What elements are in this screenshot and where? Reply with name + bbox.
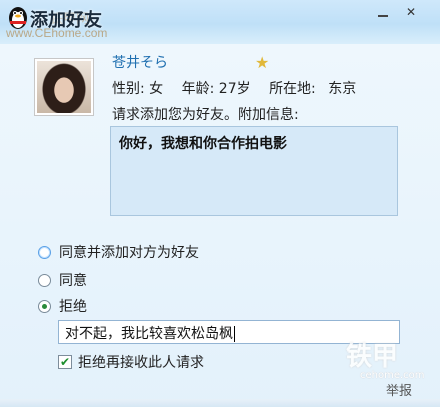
- nickname-link[interactable]: 苍井そら: [112, 52, 168, 72]
- title-bar: 铁甲网 添加好友 www.CEhome.com: [0, 0, 440, 45]
- option-accept-label: 同意: [59, 273, 87, 289]
- report-link[interactable]: 举报: [386, 380, 412, 399]
- avatar-photo: [37, 61, 91, 113]
- location-value: 东京: [328, 81, 357, 97]
- radio-accept[interactable]: [38, 273, 51, 287]
- profile-info: 性别: 女 年龄: 27岁 所在地: 东京: [112, 78, 370, 98]
- block-requests-option[interactable]: ✔ 拒绝再接收此人请求: [58, 352, 204, 372]
- star-icon[interactable]: ★: [255, 55, 269, 71]
- location-label: 所在地:: [269, 81, 316, 97]
- watermark-site: www.CEhome.com: [6, 26, 108, 40]
- gender-text: 性别: 女: [112, 81, 164, 97]
- watermark-logo: 铁甲: [346, 342, 399, 372]
- block-requests-label: 拒绝再接收此人请求: [78, 355, 204, 371]
- block-requests-checkbox[interactable]: ✔: [58, 355, 72, 369]
- radio-reject[interactable]: [38, 299, 51, 313]
- radio-accept-and-add[interactable]: [38, 245, 51, 259]
- option-reject-label: 拒绝: [59, 299, 87, 315]
- option-accept-and-add-label: 同意并添加对方为好友: [59, 245, 199, 261]
- bottom-bar: [0, 399, 440, 407]
- minimize-button[interactable]: [370, 4, 396, 22]
- request-message: 你好，我想和你合作拍电影: [119, 136, 287, 152]
- age-text: 年龄: 27岁: [181, 81, 251, 97]
- option-reject[interactable]: 拒绝: [38, 296, 87, 316]
- request-label: 请求添加您为好友。附加信息:: [112, 107, 299, 123]
- close-button[interactable]: [398, 4, 424, 22]
- option-accept-and-add[interactable]: 同意并添加对方为好友: [38, 242, 199, 262]
- option-accept[interactable]: 同意: [38, 270, 87, 290]
- dialog-body: 苍井そら ★ 性别: 女 年龄: 27岁 所在地: 东京 请求添加您为好友。附加…: [0, 44, 440, 407]
- reject-reason-text: 对不起，我比较喜欢松岛枫: [65, 326, 233, 342]
- request-message-box: 你好，我想和你合作拍电影: [110, 126, 398, 216]
- avatar[interactable]: [34, 58, 94, 116]
